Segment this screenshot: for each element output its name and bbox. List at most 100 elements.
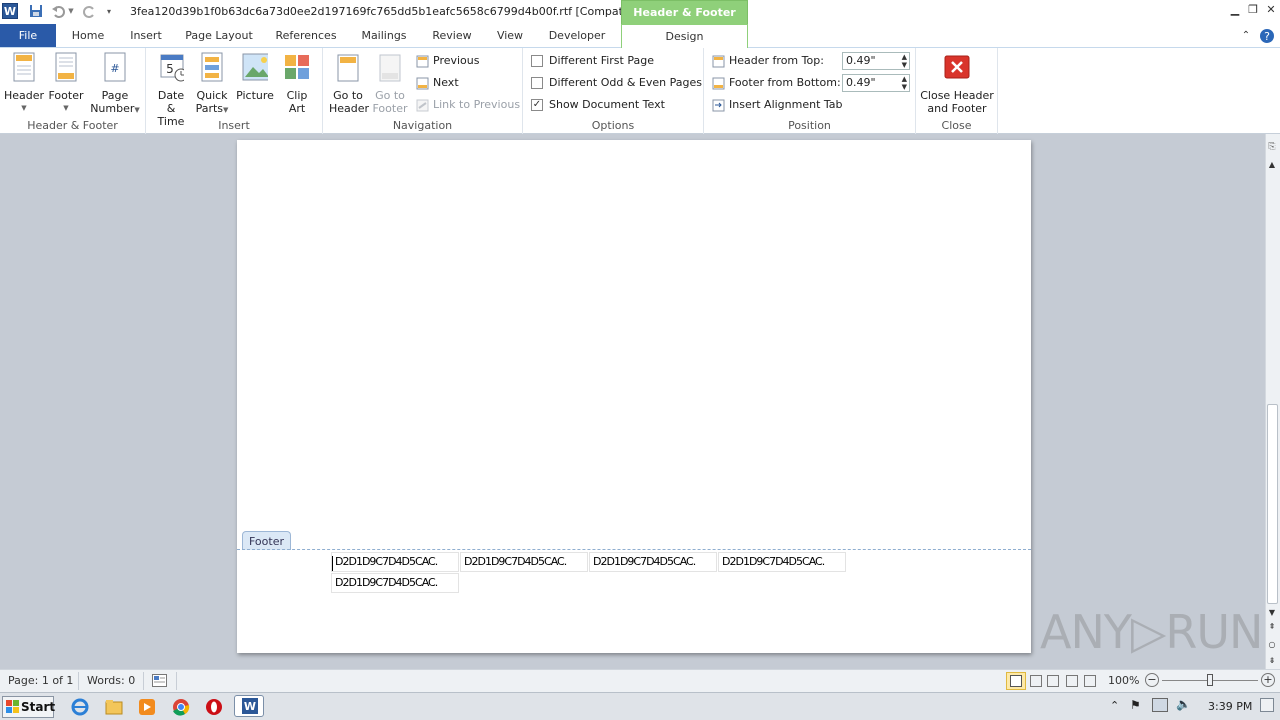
zoom-level[interactable]: 100%	[1108, 674, 1139, 687]
help-icon[interactable]: ?	[1258, 24, 1276, 47]
tab-mailings[interactable]: Mailings	[356, 24, 412, 47]
tab-page-layout[interactable]: Page Layout	[182, 24, 256, 47]
link-to-previous-label: Link to Previous	[433, 98, 521, 111]
show-desktop-button[interactable]	[1260, 698, 1274, 712]
different-odd-even-checkbox[interactable]: Different Odd & Even Pages	[531, 74, 702, 92]
date-time-label-line1: Date	[157, 89, 185, 102]
tab-insert[interactable]: Insert	[124, 24, 168, 47]
proofing-icon[interactable]	[152, 674, 167, 687]
header-from-top-spinner[interactable]: 0.49" ▲ ▼	[842, 52, 910, 70]
close-header-footer-button[interactable]: Close Header and Footer	[920, 52, 994, 115]
tab-references[interactable]: References	[270, 24, 342, 47]
zoom-slider-thumb[interactable]	[1207, 674, 1213, 686]
previous-label: Previous	[433, 54, 480, 67]
internet-explorer-icon[interactable]	[70, 697, 90, 717]
zoom-out-icon[interactable]: −	[1145, 673, 1159, 687]
show-document-text-checkbox[interactable]: ✓ Show Document Text	[531, 96, 665, 114]
select-browse-object-icon[interactable]: ○	[1266, 640, 1278, 650]
network-icon[interactable]	[1152, 698, 1168, 712]
previous-page-icon[interactable]: ⇞	[1266, 622, 1278, 632]
word-taskbar-button[interactable]: W	[234, 695, 264, 717]
footer-field[interactable]: D2D1D9C7D4D5CAC.	[589, 552, 717, 572]
scroll-down-icon[interactable]: ▼	[1266, 608, 1278, 618]
minimize-ribbon-icon[interactable]: ⌃	[1238, 24, 1254, 47]
footer-dropdown-icon: ▼	[63, 104, 69, 112]
customize-toolbar-icon[interactable]: ▾	[104, 2, 114, 20]
status-bar: Page: 1 of 1 Words: 0 100% − +	[0, 669, 1280, 692]
page-count-status[interactable]: Page: 1 of 1	[8, 674, 73, 687]
footer-from-bottom-value: 0.49"	[846, 76, 876, 89]
different-first-page-checkbox[interactable]: Different First Page	[531, 52, 654, 70]
footer-from-bottom-spinner[interactable]: 0.49" ▲ ▼	[842, 74, 910, 92]
footer-from-bottom-label-row: Footer from Bottom:	[712, 74, 841, 92]
spinner-arrows-icon[interactable]: ▲ ▼	[902, 53, 907, 69]
quick-parts-label-line1: Quick	[196, 89, 228, 102]
next-button[interactable]: Next	[416, 74, 459, 92]
volume-icon[interactable]: 🔈	[1176, 697, 1191, 711]
scroll-thumb[interactable]	[1267, 404, 1278, 604]
undo-dropdown-icon[interactable]: ▼	[66, 2, 76, 20]
anyrun-watermark: ANY▷RUN	[1040, 605, 1263, 659]
title-bar: W ▼ ▾ 3fea120d39b1f0b63dc6a73d0ee2d19716…	[0, 0, 1280, 43]
checkbox-unchecked-icon	[531, 77, 543, 89]
tab-file[interactable]: File	[0, 24, 56, 47]
word-count-status[interactable]: Words: 0	[87, 674, 135, 687]
footer-field[interactable]: D2D1D9C7D4D5CAC.	[718, 552, 846, 572]
next-page-icon[interactable]: ⇟	[1266, 656, 1278, 666]
close-window-icon[interactable]: ✕	[1264, 3, 1278, 17]
quick-parts-button[interactable]: Quick Parts▼	[192, 52, 232, 117]
go-to-header-button[interactable]: Go to Header	[329, 52, 369, 115]
outline-view-icon[interactable]	[1066, 675, 1078, 687]
action-center-flag-icon[interactable]: ⚑	[1130, 698, 1141, 712]
go-to-header-label-line1: Go to	[333, 89, 363, 102]
alignment-tab-icon	[712, 99, 725, 111]
tab-home[interactable]: Home	[64, 24, 112, 47]
redo-icon[interactable]	[81, 2, 99, 20]
footer-button[interactable]: Footer ▼	[46, 52, 86, 115]
picture-button[interactable]: Picture	[234, 52, 276, 102]
media-player-icon[interactable]	[137, 697, 157, 717]
full-screen-reading-icon[interactable]	[1030, 675, 1042, 687]
spinner-arrows-icon[interactable]: ▲ ▼	[902, 75, 907, 91]
ruler-toggle-icon[interactable]: ⎘	[1266, 142, 1278, 156]
start-button[interactable]: Start	[2, 696, 55, 718]
position-group: Header from Top: 0.49" ▲ ▼ Footer from Bo…	[704, 48, 916, 134]
draft-view-icon[interactable]	[1084, 675, 1096, 687]
print-layout-glyph	[1010, 675, 1022, 687]
opera-icon[interactable]	[204, 697, 224, 717]
zoom-in-icon[interactable]: +	[1261, 673, 1275, 687]
go-to-footer-button[interactable]: Go to Footer	[371, 52, 409, 115]
tab-design[interactable]: Design	[621, 24, 748, 49]
tab-review[interactable]: Review	[426, 24, 478, 47]
previous-button[interactable]: Previous	[416, 52, 480, 70]
insert-alignment-tab-button[interactable]: Insert Alignment Tab	[712, 96, 843, 114]
undo-icon[interactable]	[49, 2, 67, 20]
save-icon[interactable]	[27, 2, 45, 20]
close-group-label: Close	[941, 119, 972, 132]
quick-parts-dropdown-icon: ▼	[223, 106, 229, 114]
date-time-button[interactable]: 5 Date & Time	[152, 52, 190, 128]
footer-field[interactable]: D2D1D9C7D4D5CAC.	[331, 552, 459, 572]
file-explorer-icon[interactable]	[104, 697, 124, 717]
page-number-button[interactable]: # Page Number▼	[88, 52, 142, 117]
footer-field[interactable]: D2D1D9C7D4D5CAC.	[460, 552, 588, 572]
link-to-previous-button[interactable]: Link to Previous	[416, 96, 520, 114]
web-layout-icon[interactable]	[1047, 675, 1059, 687]
close-header-footer-label-line1: Close Header	[920, 89, 994, 102]
scroll-up-icon[interactable]: ▲	[1266, 160, 1278, 170]
chrome-icon[interactable]	[171, 697, 191, 717]
tab-view[interactable]: View	[490, 24, 530, 47]
clip-art-button[interactable]: Clip Art	[280, 52, 314, 115]
checkbox-checked-icon: ✓	[531, 99, 543, 111]
header-button[interactable]: Header ▼	[4, 52, 44, 115]
tab-developer[interactable]: Developer	[544, 24, 610, 47]
minimize-icon[interactable]: ▁	[1228, 3, 1242, 17]
footer-field[interactable]: D2D1D9C7D4D5CAC.	[331, 573, 459, 593]
restore-icon[interactable]: ❐	[1246, 3, 1260, 17]
show-hidden-icons[interactable]: ⌃	[1110, 699, 1119, 712]
quick-parts-label-line2: Parts	[195, 102, 224, 115]
word-app-icon[interactable]: W	[2, 3, 18, 19]
clock[interactable]: 3:39 PM	[1208, 700, 1252, 713]
close-group: Close Header and Footer Close	[916, 48, 998, 134]
go-to-footer-label-line2: Footer	[372, 102, 408, 115]
